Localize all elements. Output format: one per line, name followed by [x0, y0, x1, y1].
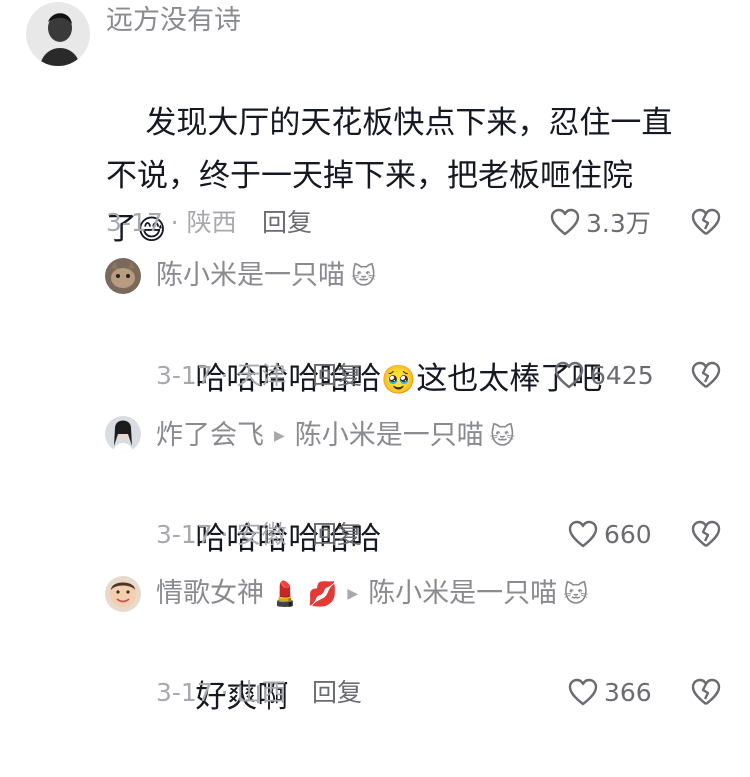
cat-emoji: 🐱	[489, 421, 515, 450]
avatar[interactable]	[26, 2, 90, 66]
avatar[interactable]	[105, 258, 141, 294]
broken-heart-icon	[691, 678, 721, 705]
avatar[interactable]	[105, 576, 141, 612]
like-count: 6425	[590, 360, 654, 390]
lipstick-kiss-emoji: 💄 💋	[270, 579, 338, 608]
reply-to-username[interactable]: 陈小米是一只喵	[295, 422, 484, 449]
heart-icon	[568, 520, 598, 548]
username[interactable]: 情歌女神 💄 💋 ▶ 陈小米是一只喵 🐱	[156, 580, 588, 607]
broken-heart-icon	[691, 361, 721, 388]
broken-heart-icon	[691, 520, 721, 547]
reply-button[interactable]: 回复	[312, 522, 362, 547]
heart-icon	[550, 208, 580, 236]
like-button[interactable]: 366	[568, 675, 652, 709]
dislike-button[interactable]	[690, 207, 722, 237]
broken-heart-icon	[691, 208, 721, 235]
cat-emoji: 🐱	[351, 261, 377, 290]
date-location: 3-17 · 山西	[156, 678, 287, 707]
pleading-face-emoji: 🥹	[381, 363, 417, 396]
date-location: 3-17 · 安徽	[156, 520, 287, 549]
dislike-button[interactable]	[690, 519, 722, 549]
cat-emoji: 🐱	[563, 579, 589, 608]
reply-arrow-icon: ▶	[274, 427, 285, 444]
heart-icon	[568, 678, 598, 706]
date-location: 3-17 · 天津	[156, 361, 287, 390]
reply-button[interactable]: 回复	[262, 210, 312, 235]
like-button[interactable]: 3.3万	[550, 205, 651, 239]
like-count: 366	[604, 677, 652, 707]
like-count: 660	[604, 519, 652, 549]
dislike-button[interactable]	[690, 360, 722, 390]
heart-icon	[554, 361, 584, 389]
username[interactable]: 远方没有诗	[106, 7, 241, 34]
like-button[interactable]: 660	[568, 517, 652, 551]
username[interactable]: 陈小米是一只喵 🐱	[156, 262, 376, 289]
reply-to-username[interactable]: 陈小米是一只喵	[368, 580, 557, 607]
like-count: 3.3万	[586, 209, 651, 238]
username[interactable]: 炸了会飞 ▶ 陈小米是一只喵 🐱	[156, 422, 515, 449]
date-location: 3-17 · 陕西	[106, 208, 237, 237]
like-button[interactable]: 6425	[554, 358, 654, 392]
avatar[interactable]	[105, 416, 141, 452]
dislike-button[interactable]	[690, 677, 722, 707]
reply-arrow-icon: ▶	[347, 585, 359, 602]
reply-button[interactable]: 回复	[312, 363, 362, 388]
reply-button[interactable]: 回复	[312, 680, 362, 705]
